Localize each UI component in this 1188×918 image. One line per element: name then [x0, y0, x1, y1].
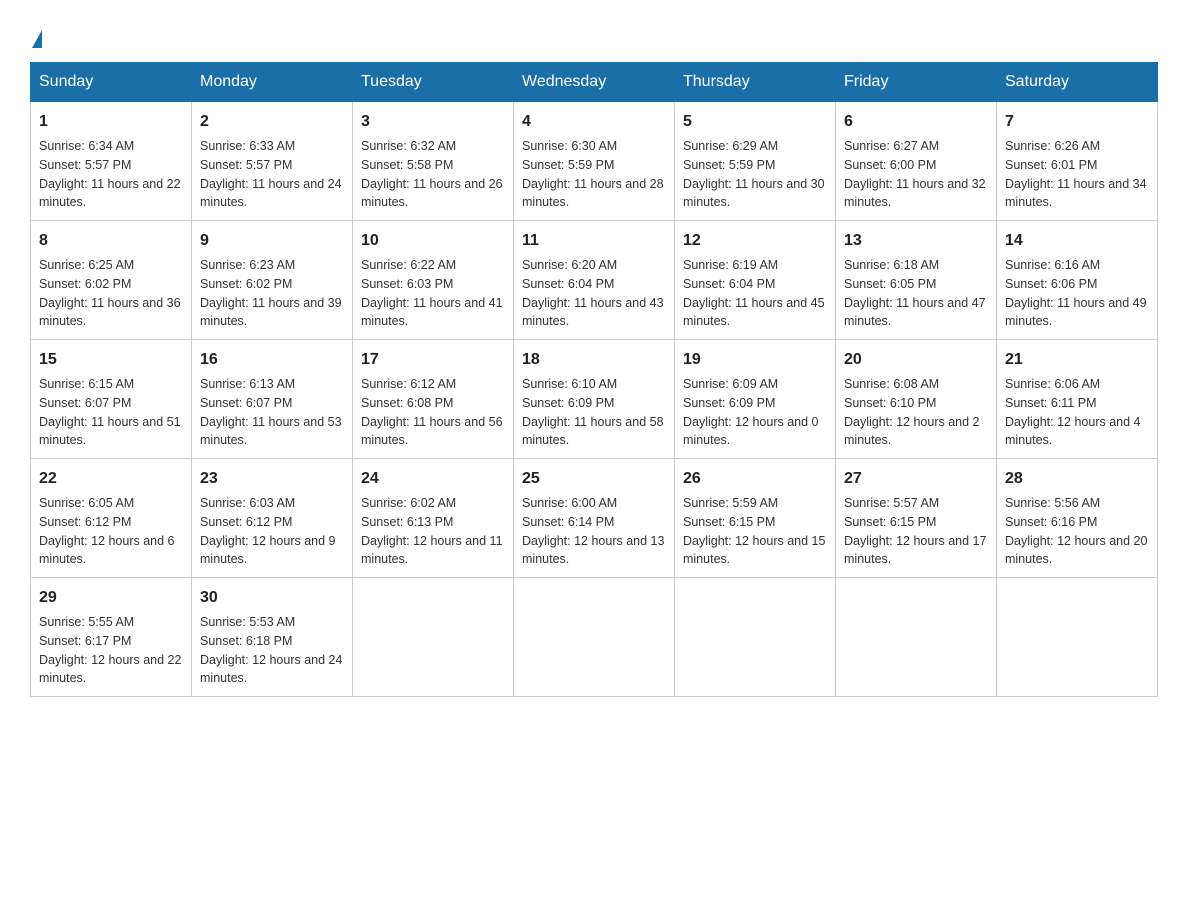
calendar-cell — [514, 578, 675, 697]
day-number: 15 — [39, 348, 183, 372]
calendar-cell: 9Sunrise: 6:23 AMSunset: 6:02 PMDaylight… — [192, 221, 353, 340]
calendar-cell: 12Sunrise: 6:19 AMSunset: 6:04 PMDayligh… — [675, 221, 836, 340]
calendar-cell: 23Sunrise: 6:03 AMSunset: 6:12 PMDayligh… — [192, 459, 353, 578]
day-number: 13 — [844, 229, 988, 253]
day-number: 3 — [361, 110, 505, 134]
weekday-header-wednesday: Wednesday — [514, 63, 675, 102]
calendar-cell: 1Sunrise: 6:34 AMSunset: 5:57 PMDaylight… — [31, 102, 192, 221]
weekday-header-sunday: Sunday — [31, 63, 192, 102]
calendar-cell: 17Sunrise: 6:12 AMSunset: 6:08 PMDayligh… — [353, 340, 514, 459]
day-number: 26 — [683, 467, 827, 491]
calendar-cell: 28Sunrise: 5:56 AMSunset: 6:16 PMDayligh… — [997, 459, 1158, 578]
day-number: 2 — [200, 110, 344, 134]
calendar-cell: 22Sunrise: 6:05 AMSunset: 6:12 PMDayligh… — [31, 459, 192, 578]
calendar-cell: 5Sunrise: 6:29 AMSunset: 5:59 PMDaylight… — [675, 102, 836, 221]
day-number: 25 — [522, 467, 666, 491]
calendar-cell: 2Sunrise: 6:33 AMSunset: 5:57 PMDaylight… — [192, 102, 353, 221]
calendar-cell: 30Sunrise: 5:53 AMSunset: 6:18 PMDayligh… — [192, 578, 353, 697]
calendar-cell: 29Sunrise: 5:55 AMSunset: 6:17 PMDayligh… — [31, 578, 192, 697]
day-number: 7 — [1005, 110, 1149, 134]
day-number: 27 — [844, 467, 988, 491]
day-number: 19 — [683, 348, 827, 372]
calendar-cell: 19Sunrise: 6:09 AMSunset: 6:09 PMDayligh… — [675, 340, 836, 459]
day-number: 12 — [683, 229, 827, 253]
day-number: 28 — [1005, 467, 1149, 491]
week-row-3: 15Sunrise: 6:15 AMSunset: 6:07 PMDayligh… — [31, 340, 1158, 459]
calendar-table: SundayMondayTuesdayWednesdayThursdayFrid… — [30, 62, 1158, 697]
calendar-cell: 20Sunrise: 6:08 AMSunset: 6:10 PMDayligh… — [836, 340, 997, 459]
calendar-cell: 24Sunrise: 6:02 AMSunset: 6:13 PMDayligh… — [353, 459, 514, 578]
weekday-header-row: SundayMondayTuesdayWednesdayThursdayFrid… — [31, 63, 1158, 102]
week-row-4: 22Sunrise: 6:05 AMSunset: 6:12 PMDayligh… — [31, 459, 1158, 578]
calendar-header: SundayMondayTuesdayWednesdayThursdayFrid… — [31, 63, 1158, 102]
day-number: 1 — [39, 110, 183, 134]
day-number: 5 — [683, 110, 827, 134]
weekday-header-saturday: Saturday — [997, 63, 1158, 102]
day-number: 17 — [361, 348, 505, 372]
day-number: 9 — [200, 229, 344, 253]
day-number: 6 — [844, 110, 988, 134]
calendar-cell — [675, 578, 836, 697]
logo — [30, 20, 44, 46]
week-row-5: 29Sunrise: 5:55 AMSunset: 6:17 PMDayligh… — [31, 578, 1158, 697]
calendar-cell: 21Sunrise: 6:06 AMSunset: 6:11 PMDayligh… — [997, 340, 1158, 459]
calendar-cell: 4Sunrise: 6:30 AMSunset: 5:59 PMDaylight… — [514, 102, 675, 221]
day-number: 16 — [200, 348, 344, 372]
calendar-body: 1Sunrise: 6:34 AMSunset: 5:57 PMDaylight… — [31, 102, 1158, 697]
logo-triangle-icon — [32, 30, 42, 48]
calendar-cell: 25Sunrise: 6:00 AMSunset: 6:14 PMDayligh… — [514, 459, 675, 578]
calendar-cell: 15Sunrise: 6:15 AMSunset: 6:07 PMDayligh… — [31, 340, 192, 459]
calendar-cell: 7Sunrise: 6:26 AMSunset: 6:01 PMDaylight… — [997, 102, 1158, 221]
calendar-cell: 3Sunrise: 6:32 AMSunset: 5:58 PMDaylight… — [353, 102, 514, 221]
day-number: 18 — [522, 348, 666, 372]
calendar-cell — [353, 578, 514, 697]
week-row-1: 1Sunrise: 6:34 AMSunset: 5:57 PMDaylight… — [31, 102, 1158, 221]
page-header — [30, 20, 1158, 46]
day-number: 10 — [361, 229, 505, 253]
calendar-cell — [836, 578, 997, 697]
day-number: 4 — [522, 110, 666, 134]
calendar-cell: 8Sunrise: 6:25 AMSunset: 6:02 PMDaylight… — [31, 221, 192, 340]
weekday-header-tuesday: Tuesday — [353, 63, 514, 102]
day-number: 24 — [361, 467, 505, 491]
weekday-header-friday: Friday — [836, 63, 997, 102]
day-number: 8 — [39, 229, 183, 253]
calendar-cell: 13Sunrise: 6:18 AMSunset: 6:05 PMDayligh… — [836, 221, 997, 340]
day-number: 22 — [39, 467, 183, 491]
calendar-cell: 16Sunrise: 6:13 AMSunset: 6:07 PMDayligh… — [192, 340, 353, 459]
calendar-cell: 10Sunrise: 6:22 AMSunset: 6:03 PMDayligh… — [353, 221, 514, 340]
calendar-cell — [997, 578, 1158, 697]
calendar-cell: 11Sunrise: 6:20 AMSunset: 6:04 PMDayligh… — [514, 221, 675, 340]
day-number: 29 — [39, 586, 183, 610]
weekday-header-thursday: Thursday — [675, 63, 836, 102]
weekday-header-monday: Monday — [192, 63, 353, 102]
day-number: 21 — [1005, 348, 1149, 372]
calendar-cell: 14Sunrise: 6:16 AMSunset: 6:06 PMDayligh… — [997, 221, 1158, 340]
calendar-cell: 27Sunrise: 5:57 AMSunset: 6:15 PMDayligh… — [836, 459, 997, 578]
calendar-cell: 18Sunrise: 6:10 AMSunset: 6:09 PMDayligh… — [514, 340, 675, 459]
calendar-cell: 26Sunrise: 5:59 AMSunset: 6:15 PMDayligh… — [675, 459, 836, 578]
calendar-cell: 6Sunrise: 6:27 AMSunset: 6:00 PMDaylight… — [836, 102, 997, 221]
day-number: 30 — [200, 586, 344, 610]
day-number: 20 — [844, 348, 988, 372]
day-number: 23 — [200, 467, 344, 491]
week-row-2: 8Sunrise: 6:25 AMSunset: 6:02 PMDaylight… — [31, 221, 1158, 340]
day-number: 14 — [1005, 229, 1149, 253]
day-number: 11 — [522, 229, 666, 253]
